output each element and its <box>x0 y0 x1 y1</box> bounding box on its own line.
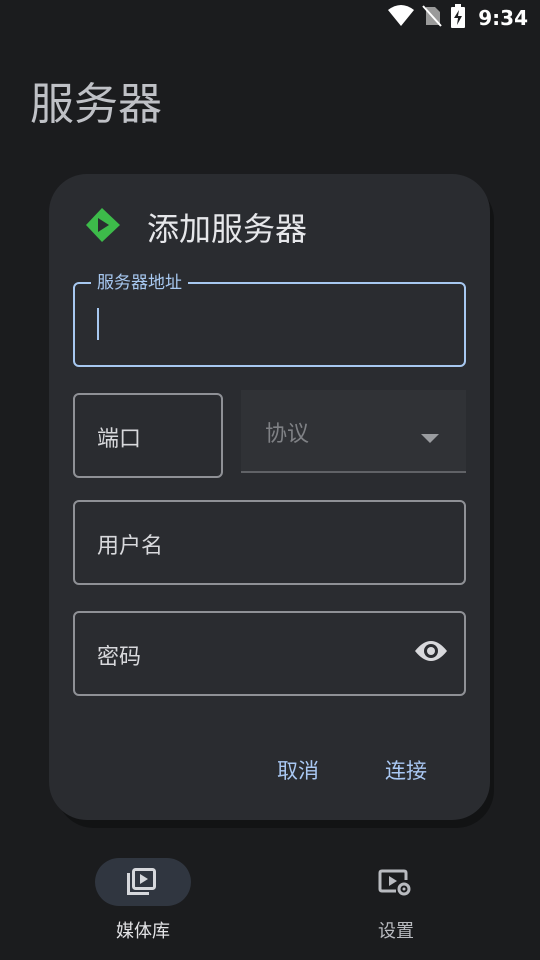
protocol-label: 协议 <box>265 422 310 447</box>
bottom-navigation: 媒体库 设置 <box>0 840 540 960</box>
video-library-icon <box>125 867 157 901</box>
dialog-header: 添加服务器 <box>85 204 307 250</box>
dialog-title: 添加服务器 <box>147 210 308 248</box>
eye-icon[interactable] <box>414 639 448 667</box>
wifi-icon <box>388 5 415 31</box>
protocol-dropdown[interactable]: 协议 <box>241 390 466 473</box>
page-title: 服务器 <box>30 79 162 130</box>
add-server-dialog: 添加服务器 服务器地址 端口 协议 用户名 密码 取消 连接 <box>49 174 490 820</box>
nav-item-settings[interactable]: 设置 <box>323 840 463 960</box>
battery-charging-icon <box>450 4 466 32</box>
username-field[interactable]: 用户名 <box>73 500 466 585</box>
server-address-label: 服务器地址 <box>91 273 188 293</box>
dropdown-arrow-icon <box>421 428 439 447</box>
app-logo-icon <box>85 207 121 247</box>
cancel-button[interactable]: 取消 <box>267 749 329 791</box>
password-field[interactable]: 密码 <box>73 611 466 696</box>
status-bar: 9:34 <box>0 0 540 36</box>
password-placeholder: 密码 <box>97 645 142 670</box>
nav-label-settings: 设置 <box>378 921 414 942</box>
status-time: 9:34 <box>478 6 528 30</box>
port-placeholder: 端口 <box>97 427 142 452</box>
nav-item-library[interactable]: 媒体库 <box>70 840 210 960</box>
text-cursor <box>97 308 99 340</box>
server-address-field[interactable]: 服务器地址 <box>73 273 466 367</box>
port-field[interactable]: 端口 <box>73 393 223 478</box>
nav-label-library: 媒体库 <box>116 921 170 942</box>
no-sim-icon <box>422 5 442 31</box>
connect-button[interactable]: 连接 <box>375 749 437 791</box>
username-placeholder: 用户名 <box>97 534 164 559</box>
video-settings-icon <box>378 867 412 901</box>
